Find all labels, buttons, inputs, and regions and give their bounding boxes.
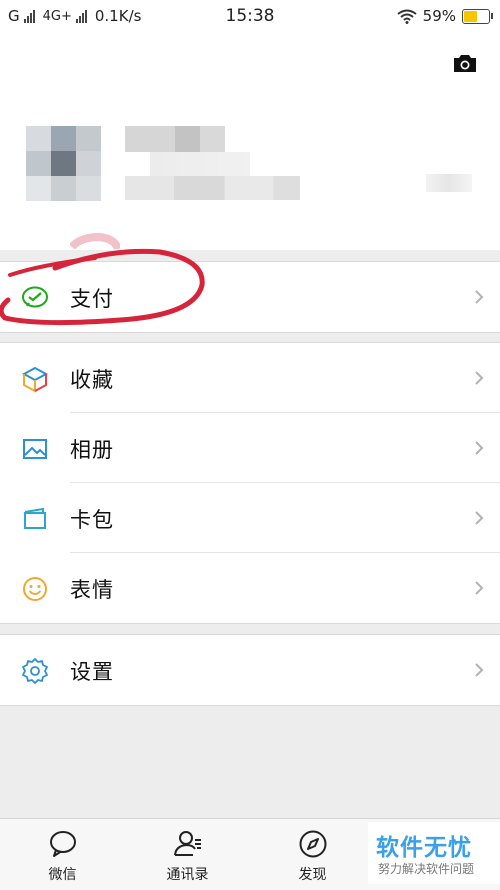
tab-label-contacts: 通讯录 — [166, 867, 209, 883]
battery-icon — [462, 8, 493, 24]
settings-group: 设置 — [0, 634, 500, 706]
battery-percent: 59% — [422, 7, 456, 25]
wifi-icon — [397, 9, 417, 24]
pay-group: 支付 — [0, 261, 500, 333]
main-menu-group: 收藏 相册 卡包 表情 — [0, 342, 500, 624]
album-icon — [23, 439, 47, 459]
chevron-right-icon — [475, 441, 484, 455]
menu-item-stickers[interactable]: 表情 — [0, 553, 500, 623]
compass-icon — [299, 830, 327, 858]
watermark-subtitle: 努力解决软件问题 — [378, 862, 475, 876]
camera-icon[interactable] — [452, 52, 478, 74]
profile-header[interactable] — [0, 34, 500, 250]
battery-fill — [464, 10, 477, 22]
status-right: 59% — [397, 7, 493, 25]
chat-bubble-icon — [50, 831, 76, 857]
status-bar: G 4G+ 0.1K/s 15:38 59% — [0, 0, 500, 34]
wechat-id-pixelated — [125, 176, 300, 200]
tab-label-discover: 发现 — [298, 867, 327, 883]
menu-item-settings[interactable]: 设置 — [0, 635, 500, 705]
menu-item-pay[interactable]: 支付 — [0, 262, 500, 332]
chevron-right-icon — [475, 371, 484, 385]
avatar[interactable] — [26, 126, 101, 201]
card-wallet-icon — [24, 507, 46, 529]
qr-code-pixelated[interactable] — [426, 174, 472, 192]
menu-item-card-wallet[interactable]: 卡包 — [0, 483, 500, 553]
menu-label-settings: 设置 — [70, 660, 114, 684]
wechat-pay-icon — [22, 286, 48, 308]
gear-icon — [22, 658, 48, 684]
chevron-right-icon — [475, 511, 484, 525]
red-mark — [70, 232, 120, 249]
menu-item-favorites[interactable]: 收藏 — [0, 343, 500, 413]
chevron-right-icon — [475, 581, 484, 595]
tab-discover[interactable]: 发现 — [250, 819, 375, 890]
watermark: 软件无忧 努力解决软件问题 — [368, 822, 500, 884]
contacts-icon — [174, 831, 201, 856]
menu-item-album[interactable]: 相册 — [0, 413, 500, 483]
chevron-right-icon — [475, 290, 484, 304]
tab-label-chats: 微信 — [48, 867, 77, 883]
favorites-cube-icon — [21, 366, 49, 393]
pixelated-text — [150, 152, 250, 176]
menu-label-favorites: 收藏 — [70, 368, 114, 392]
menu-label-stickers: 表情 — [70, 578, 114, 602]
menu-label-album: 相册 — [70, 438, 114, 462]
menu-label-pay: 支付 — [70, 287, 114, 311]
tab-contacts[interactable]: 通讯录 — [125, 819, 250, 890]
watermark-title: 软件无忧 — [376, 835, 472, 861]
tab-chats[interactable]: 微信 — [0, 819, 125, 890]
chevron-right-icon — [475, 663, 484, 677]
nickname-pixelated — [125, 126, 225, 152]
emoji-smile-icon — [23, 577, 47, 601]
menu-label-card-wallet: 卡包 — [70, 508, 114, 532]
